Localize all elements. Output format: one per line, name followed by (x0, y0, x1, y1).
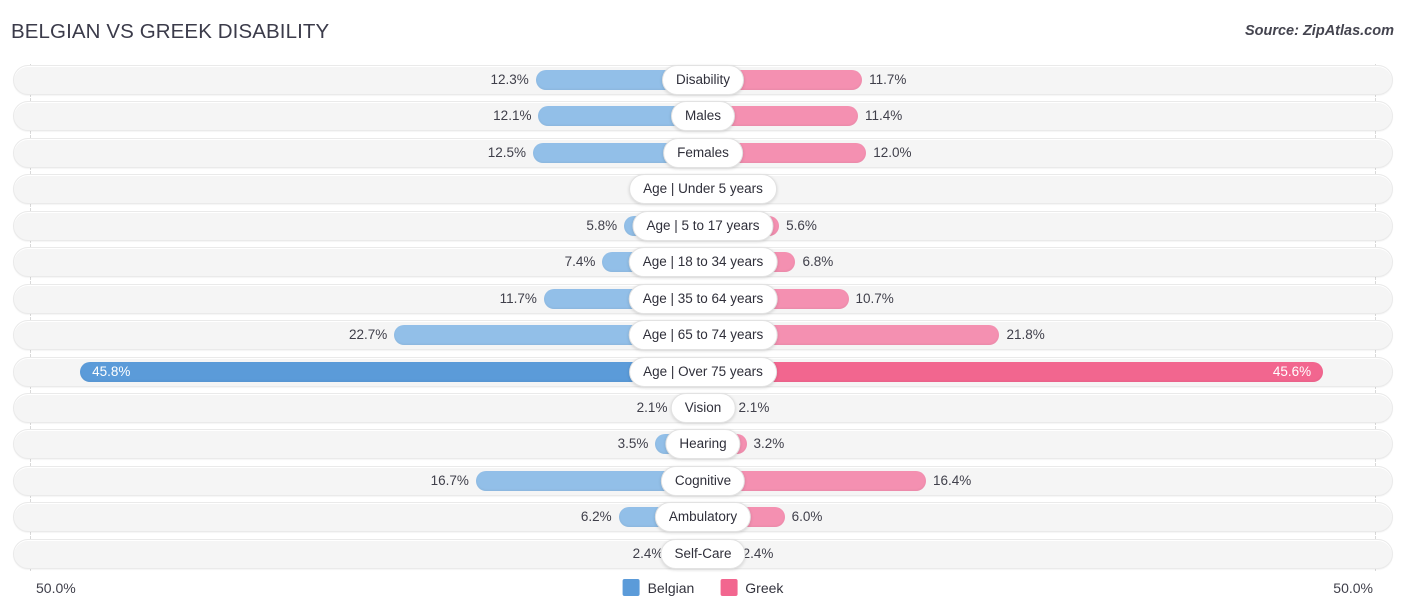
bar-greek (703, 362, 1323, 382)
category-label: Age | 35 to 64 years (643, 291, 764, 307)
category-label-pill: Cognitive (661, 466, 745, 496)
value-label-greek: 5.6% (786, 217, 817, 235)
category-label: Disability (676, 72, 730, 88)
table-row: 12.5% 12.0% Females (0, 135, 1406, 171)
category-label-pill: Age | 18 to 34 years (629, 247, 778, 277)
table-row: 11.7% 10.7% Age | 35 to 64 years (0, 281, 1406, 317)
table-row: 12.3% 11.7% Disability (0, 62, 1406, 98)
table-row: 5.8% 5.6% Age | 5 to 17 years (0, 208, 1406, 244)
category-label-pill: Self-Care (660, 539, 745, 569)
legend-swatch-icon (623, 579, 640, 596)
category-label-pill: Disability (662, 65, 744, 95)
source-attribution: Source: ZipAtlas.com (1245, 23, 1394, 39)
value-label-greek: 21.8% (1006, 326, 1044, 344)
category-label-pill: Hearing (665, 429, 740, 459)
axis-tick-left: 50.0% (36, 580, 76, 596)
category-label: Age | Under 5 years (643, 181, 763, 197)
value-label-belgian: 2.4% (633, 545, 664, 563)
category-label: Cognitive (675, 473, 731, 489)
axis-tick-right: 50.0% (1333, 580, 1373, 596)
category-label-pill: Age | Over 75 years (629, 357, 777, 387)
value-label-greek: 16.4% (933, 472, 971, 490)
category-label-pill: Age | Under 5 years (629, 174, 777, 204)
value-label-greek: 6.8% (802, 253, 833, 271)
category-label-pill: Age | 65 to 74 years (629, 320, 778, 350)
category-label: Males (685, 108, 721, 124)
category-label: Vision (685, 400, 722, 416)
value-label-greek: 2.1% (739, 399, 770, 417)
value-label-belgian: 7.4% (565, 253, 596, 271)
table-row: 12.1% 11.4% Males (0, 98, 1406, 134)
bar-belgian (80, 362, 703, 382)
chart-legend: Belgian Greek (623, 579, 784, 596)
table-row: 2.4% 2.4% Self-Care (0, 536, 1406, 572)
category-label: Age | 5 to 17 years (646, 218, 759, 234)
category-label: Age | 18 to 34 years (643, 254, 764, 270)
category-label-pill: Ambulatory (655, 502, 751, 532)
table-row: 16.7% 16.4% Cognitive (0, 463, 1406, 499)
legend-swatch-icon (720, 579, 737, 596)
legend-label: Belgian (648, 580, 695, 596)
table-row: 6.2% 6.0% Ambulatory (0, 499, 1406, 535)
chart-rows: 12.3% 11.7% Disability 12.1% 11.4% Males 12.5%… (0, 62, 1406, 572)
category-label-pill: Males (671, 101, 735, 131)
value-label-greek: 12.0% (873, 144, 911, 162)
value-label-belgian: 12.5% (488, 144, 526, 162)
category-label: Self-Care (674, 546, 731, 562)
chart-header: BELGIAN VS GREEK DISABILITY Source: ZipA… (0, 0, 1406, 62)
category-label: Age | 65 to 74 years (643, 327, 764, 343)
value-label-belgian: 12.1% (493, 107, 531, 125)
category-label-pill: Females (663, 138, 743, 168)
category-label: Females (677, 145, 729, 161)
category-label: Hearing (679, 436, 726, 452)
table-row: 2.1% 2.1% Vision (0, 390, 1406, 426)
value-label-belgian: 45.8% (92, 363, 130, 381)
table-row: 1.4%1.5%Age | Under 5 years (0, 171, 1406, 207)
value-label-belgian: 11.7% (500, 290, 537, 308)
page-title: BELGIAN VS GREEK DISABILITY (11, 20, 329, 44)
value-label-greek: 6.0% (792, 508, 823, 526)
value-label-belgian: 6.2% (581, 508, 612, 526)
category-label-pill: Vision (671, 393, 736, 423)
value-label-belgian: 16.7% (431, 472, 469, 490)
chart-footer: 50.0% Belgian Greek 50.0% (0, 572, 1406, 612)
value-label-belgian: 12.3% (490, 71, 528, 89)
chart-page: BELGIAN VS GREEK DISABILITY Source: ZipA… (0, 0, 1406, 612)
value-label-greek: 11.7% (869, 71, 906, 89)
value-label-belgian: 5.8% (586, 217, 617, 235)
table-row: 45.8% 45.6% Age | Over 75 years (0, 354, 1406, 390)
table-row: 3.5% 3.2% Hearing (0, 426, 1406, 462)
legend-item-greek[interactable]: Greek (720, 579, 783, 596)
legend-label: Greek (745, 580, 783, 596)
value-label-greek: 45.6% (1273, 363, 1311, 381)
category-label-pill: Age | 35 to 64 years (629, 284, 778, 314)
table-row: 22.7% 21.8% Age | 65 to 74 years (0, 317, 1406, 353)
value-label-belgian: 22.7% (349, 326, 387, 344)
value-label-belgian: 2.1% (637, 399, 668, 417)
value-label-greek: 11.4% (865, 107, 902, 125)
value-label-greek: 3.2% (754, 435, 785, 453)
legend-item-belgian[interactable]: Belgian (623, 579, 695, 596)
category-label-pill: Age | 5 to 17 years (632, 211, 773, 241)
chart-plot-area: 12.3% 11.7% Disability 12.1% 11.4% Males 12.5%… (0, 62, 1406, 572)
value-label-greek: 2.4% (743, 545, 774, 563)
category-label: Age | Over 75 years (643, 364, 763, 380)
value-label-greek: 10.7% (856, 290, 894, 308)
category-label: Ambulatory (669, 509, 737, 525)
value-label-belgian: 3.5% (618, 435, 649, 453)
table-row: 7.4% 6.8% Age | 18 to 34 years (0, 244, 1406, 280)
